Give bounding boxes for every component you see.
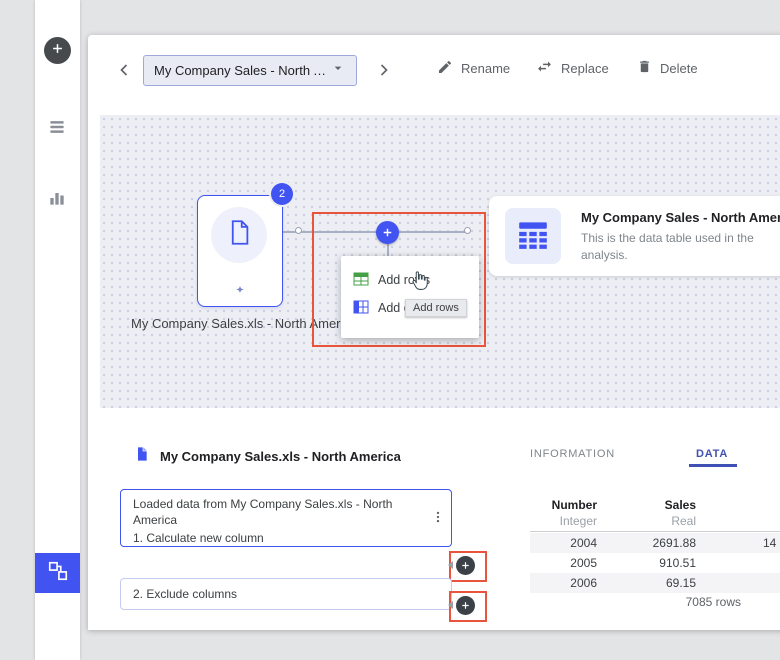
add-rows-table-icon	[353, 272, 369, 289]
step-menu-kebab-icon[interactable]	[431, 510, 445, 529]
plus-icon	[50, 41, 65, 61]
column-header: Sales	[597, 498, 696, 512]
insert-marker-left-triangle-2	[448, 601, 453, 609]
app-window: My Company Sales - North America Rename …	[0, 0, 780, 660]
next-dataset-button[interactable]	[374, 60, 394, 80]
step-2-description: 2. Exclude columns	[133, 587, 237, 601]
document-icon	[226, 219, 253, 251]
insert-step-button-2[interactable]	[456, 596, 475, 615]
tab-data[interactable]: DATA	[696, 448, 728, 460]
rename-button[interactable]: Rename	[437, 58, 510, 78]
dataset-selector-dropdown[interactable]: My Company Sales - North America	[143, 55, 357, 86]
data-preview-table: Number Sales Integer Real 2004 2691.88 1…	[530, 496, 780, 593]
sidebar-item-data-canvas-active[interactable]	[35, 553, 80, 593]
cell: 2006	[530, 576, 597, 590]
step-1-substep: 1. Calculate new column	[133, 531, 423, 545]
row-count-label: 7085 rows	[530, 595, 741, 609]
app-sidebar	[35, 0, 80, 660]
source-file-header: My Company Sales.xls - North America	[134, 446, 401, 467]
trash-icon	[637, 59, 652, 77]
mouse-pointer-icon	[408, 270, 430, 292]
rename-label: Rename	[461, 61, 510, 76]
table-type-row: Integer Real	[530, 513, 780, 529]
table-header-divider	[530, 531, 780, 532]
data-table-icon	[516, 217, 550, 256]
data-canvas-area: My Company Sales.xls - North America 2	[100, 115, 780, 408]
cell: 2004	[530, 536, 597, 550]
sidebar-item-visualizations[interactable]	[47, 188, 67, 208]
data-canvas-icon	[47, 560, 69, 587]
file-icon	[134, 446, 150, 467]
dataset-selector-label: My Company Sales - North America	[154, 63, 330, 78]
cell: 2005	[530, 556, 597, 570]
add-context-menu: Add rows Add columns	[341, 256, 479, 338]
cell: 14	[696, 536, 780, 550]
table-icon-container	[505, 208, 561, 264]
transformation-step-1[interactable]: Loaded data from My Company Sales.xls - …	[120, 489, 452, 547]
delete-label: Delete	[660, 61, 698, 76]
step-1-description: Loaded data from My Company Sales.xls - …	[133, 497, 423, 528]
cell: 910.51	[597, 556, 696, 570]
chevron-down-icon	[330, 60, 346, 81]
source-file-title: My Company Sales.xls - North America	[160, 449, 401, 464]
source-node-card[interactable]	[197, 195, 283, 307]
add-rows-tooltip: Add rows	[405, 299, 467, 317]
insert-marker-left-triangle-1	[448, 561, 453, 569]
tab-information[interactable]: INFORMATION	[530, 448, 615, 460]
add-transformation-button[interactable]	[376, 221, 399, 244]
replace-label: Replace	[561, 61, 609, 76]
rows-list-icon	[47, 124, 67, 141]
insert-step-button-1[interactable]	[456, 556, 475, 575]
bar-chart-icon	[47, 195, 67, 212]
cell: 69.15	[597, 576, 696, 590]
connection-port-left	[295, 227, 302, 234]
add-new-button[interactable]	[44, 37, 71, 64]
transformation-step-2[interactable]: 2. Exclude columns	[120, 578, 452, 610]
pencil-icon	[437, 59, 453, 78]
column-type: Real	[597, 514, 696, 528]
table-card-title: My Company Sales - North America	[581, 210, 780, 225]
table-row: 2005 910.51	[530, 553, 780, 573]
active-tab-underline	[689, 464, 737, 467]
delete-button[interactable]: Delete	[637, 58, 698, 78]
table-card-description: This is the data table used in the analy…	[581, 230, 780, 264]
swap-arrows-icon	[536, 58, 553, 78]
table-header-row: Number Sales	[530, 496, 780, 513]
cell: 2691.88	[597, 536, 696, 550]
previous-dataset-button[interactable]	[114, 60, 134, 80]
table-row: 2004 2691.88 14	[530, 533, 780, 553]
column-type: Integer	[530, 514, 597, 528]
sparkle-icon	[231, 282, 249, 300]
sidebar-item-data[interactable]	[47, 117, 67, 137]
data-table-info-card[interactable]: My Company Sales - North America This is…	[489, 196, 780, 276]
column-header: Number	[530, 498, 597, 512]
data-canvas-panel: My Company Sales - North America Rename …	[88, 35, 780, 630]
node-icon-circle	[211, 207, 267, 263]
replace-button[interactable]: Replace	[536, 58, 609, 78]
table-row: 2006 69.15	[530, 573, 780, 593]
add-columns-table-icon	[353, 300, 369, 317]
node-count-badge: 2	[271, 183, 293, 205]
